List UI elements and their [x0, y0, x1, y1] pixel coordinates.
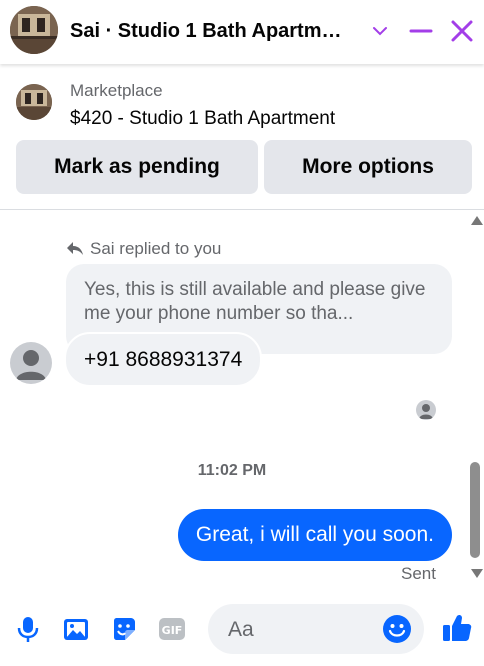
gif-icon[interactable]: GIF — [157, 614, 187, 644]
delivery-status: Sent — [401, 564, 436, 583]
seen-indicator-avatar — [416, 400, 436, 420]
listing-thumbnail[interactable] — [16, 84, 52, 120]
emoji-icon[interactable] — [382, 614, 412, 644]
like-icon[interactable] — [440, 611, 474, 645]
chat-scrollbar[interactable] — [468, 210, 484, 580]
close-icon[interactable] — [445, 14, 479, 48]
reply-indicator: Sai replied to you — [66, 239, 221, 259]
minimize-icon[interactable] — [404, 14, 438, 48]
microphone-icon[interactable] — [13, 614, 43, 644]
listing-title[interactable]: $420 - Studio 1 Bath Apartment — [70, 108, 335, 130]
mark-as-pending-button[interactable]: Mark as pending — [16, 140, 258, 194]
scroll-down-arrow-icon[interactable] — [471, 569, 483, 578]
listing-source: Marketplace — [70, 81, 163, 100]
message-timestamp: 11:02 PM — [197, 462, 267, 479]
message-input[interactable] — [226, 604, 380, 656]
conversation-title[interactable]: Sai · Studio 1 Bath Apartm… — [70, 18, 362, 44]
sticker-icon[interactable] — [109, 614, 139, 644]
marketplace-listing: Marketplace $420 - Studio 1 Bath Apartme… — [0, 64, 484, 210]
scroll-up-arrow-icon[interactable] — [471, 216, 483, 225]
photo-icon[interactable] — [61, 614, 91, 644]
chat-header: Sai · Studio 1 Bath Apartm… — [0, 0, 484, 64]
chevron-down-icon[interactable] — [363, 14, 397, 48]
reply-indicator-label: Sai replied to you — [90, 239, 222, 258]
more-options-button[interactable]: More options — [264, 140, 472, 194]
message-composer: GIF — [0, 596, 484, 666]
received-message-bubble[interactable]: +91 8688931374 — [64, 332, 263, 387]
svg-text:GIF: GIF — [162, 624, 183, 637]
message-input-wrapper — [208, 604, 424, 656]
reply-icon — [67, 242, 83, 255]
conversation-avatar[interactable] — [10, 6, 58, 54]
message-thread[interactable]: Sai replied to you Yes, this is still av… — [0, 210, 484, 595]
scrollbar-thumb[interactable] — [470, 462, 480, 558]
sent-message-bubble[interactable]: Great, i will call you soon. — [177, 509, 452, 561]
sender-avatar[interactable] — [10, 342, 52, 384]
